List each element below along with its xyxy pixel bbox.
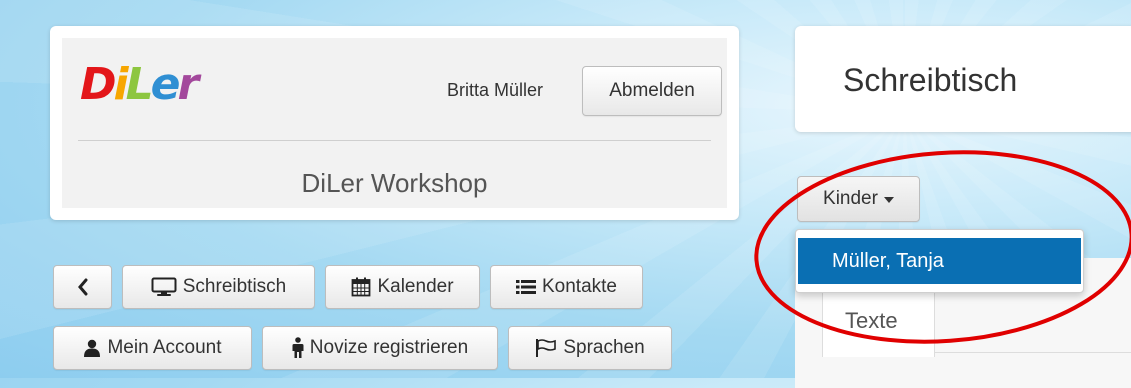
nav-kontakte-label: Kontakte: [542, 276, 617, 297]
nav-mein-account-label: Mein Account: [107, 337, 222, 358]
nav-novize-registrieren-label: Novize registrieren: [309, 337, 469, 358]
divider: [78, 140, 711, 141]
nav-schreibtisch-label: Schreibtisch: [182, 276, 287, 297]
nav-kalender-label: Kalender: [377, 276, 454, 297]
calendar-icon: [352, 277, 371, 297]
page-title: Schreibtisch: [843, 62, 1018, 98]
nav-schreibtisch-button[interactable]: Schreibtisch: [122, 265, 315, 309]
back-button[interactable]: [53, 265, 112, 309]
logout-button[interactable]: Abmelden: [582, 66, 722, 116]
site-title: DiLer Workshop: [301, 168, 488, 198]
caret-down-icon: [883, 197, 894, 203]
list-icon: [516, 280, 536, 294]
nav-kalender-button[interactable]: Kalender: [325, 265, 480, 309]
nav-sprachen-label: Sprachen: [563, 337, 645, 358]
nav-kontakte-button[interactable]: Kontakte: [490, 265, 643, 309]
header-inner: DiLer Britta Müller Abmelden DiLer Works…: [62, 38, 727, 208]
monitor-icon: [151, 277, 177, 296]
nav-novize-registrieren-button[interactable]: Novize registrieren: [262, 326, 498, 370]
children-dropdown-menu: Müller, Tanja: [795, 229, 1084, 293]
children-dropdown-button[interactable]: Kinder: [797, 176, 920, 222]
user-icon: [84, 339, 101, 357]
flag-icon: [536, 339, 557, 357]
person-icon: [292, 337, 304, 358]
desk-header-card: Schreibtisch: [795, 26, 1131, 132]
user-name: Britta Müller: [447, 80, 544, 100]
dropdown-item-child[interactable]: Müller, Tanja: [798, 238, 1081, 284]
diler-logo[interactable]: DiLer: [80, 60, 199, 110]
site-header: DiLer Britta Müller Abmelden DiLer Works…: [50, 26, 739, 220]
chevron-left-icon: [77, 278, 87, 296]
nav-sprachen-button[interactable]: Sprachen: [508, 326, 672, 370]
tab-texte[interactable]: Texte: [822, 287, 935, 357]
tab-texte-label: Texte: [845, 308, 898, 333]
children-dropdown-label: Kinder: [823, 188, 878, 209]
tab-divider: [935, 352, 1131, 353]
nav-mein-account-button[interactable]: Mein Account: [53, 326, 252, 370]
